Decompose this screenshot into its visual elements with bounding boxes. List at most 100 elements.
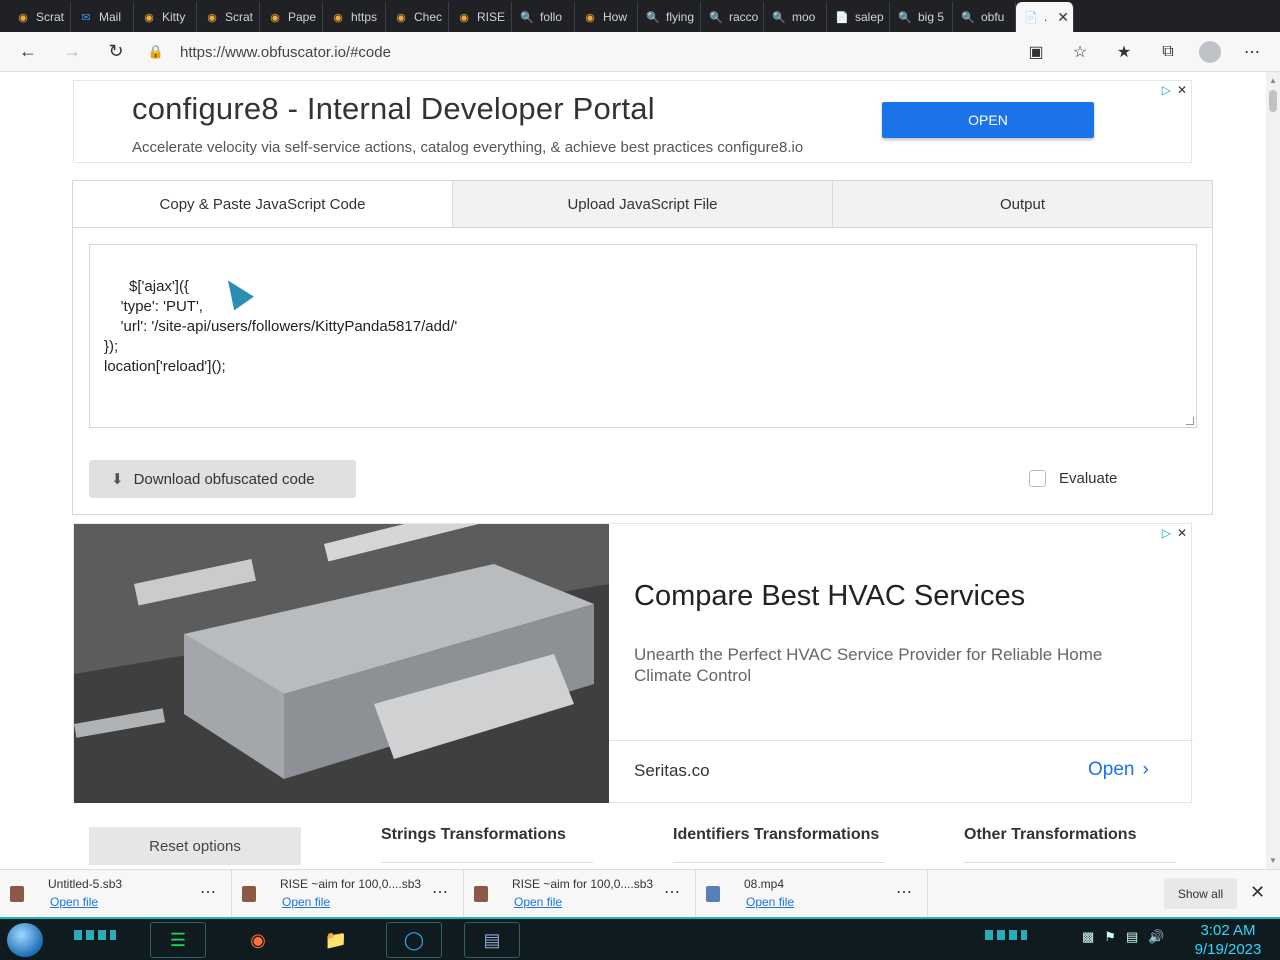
close-ad-icon[interactable]: ✕: [1177, 83, 1187, 97]
evaluate-checkbox[interactable]: [1029, 470, 1046, 487]
collections-icon[interactable]: ⧉: [1150, 36, 1186, 68]
tab-strings-transformations[interactable]: Strings Transformations: [381, 826, 593, 863]
browser-tab[interactable]: 🔍 obfu: [953, 2, 1016, 32]
top-ad-open-button[interactable]: OPEN: [882, 102, 1094, 138]
edge-app-icon[interactable]: ◯: [386, 922, 442, 958]
reset-options-button[interactable]: Reset options: [89, 827, 301, 865]
scroll-down-icon[interactable]: ▼: [1269, 856, 1277, 865]
close-ad-icon[interactable]: ✕: [1177, 526, 1187, 540]
open-file-link[interactable]: Open file: [746, 895, 794, 909]
network-icon[interactable]: ▤: [1126, 929, 1138, 945]
active-tab[interactable]: 📄 . ✕: [1016, 2, 1074, 32]
browser-tab[interactable]: ◉ How: [575, 2, 638, 32]
tab-copy-paste[interactable]: Copy & Paste JavaScript Code: [73, 181, 453, 227]
window-app-icon[interactable]: ▤: [464, 922, 520, 958]
more-options-icon[interactable]: ⋯: [432, 882, 449, 902]
hvac-ad[interactable]: Compare Best HVAC Services Unearth the P…: [73, 523, 1193, 803]
top-ad-subtitle[interactable]: Accelerate velocity via self-service act…: [132, 139, 803, 156]
download-icon: ⬇: [111, 471, 124, 488]
ad-choices-icon[interactable]: ▷: [1162, 83, 1171, 97]
spotify-app-icon[interactable]: ☰: [150, 922, 206, 958]
download-item[interactable]: RISE ~aim for 100,0....sb3 Open file ⋯: [464, 869, 696, 918]
hvac-ad-open-link[interactable]: Open ›: [1088, 759, 1149, 781]
file-explorer-icon[interactable]: 📁: [308, 922, 364, 958]
open-file-link[interactable]: Open file: [282, 895, 330, 909]
browser-tab[interactable]: ◉ Scrat: [197, 2, 260, 32]
hvac-ad-open-label: Open: [1088, 759, 1135, 780]
browser-tab[interactable]: 🔍 follo: [512, 2, 575, 32]
browser-tab[interactable]: 🔍 racco: [701, 2, 764, 32]
resize-handle[interactable]: [1186, 417, 1194, 425]
file-icon: [10, 885, 24, 902]
evaluate-label: Evaluate: [1059, 470, 1118, 487]
browser-tab[interactable]: 🔍 flying: [638, 2, 701, 32]
ad-choices[interactable]: ▷ ✕: [1162, 83, 1187, 97]
options-bar: Reset options Strings Transformations Id…: [0, 824, 1266, 869]
download-filename: 08.mp4: [744, 876, 785, 891]
page-scrollbar[interactable]: ▲ ▼: [1266, 72, 1280, 869]
download-filename: RISE ~aim for 100,0....sb3: [280, 876, 422, 891]
address-bar[interactable]: 🔒 https://www.obfuscator.io/#code: [146, 36, 1004, 68]
top-ad-title[interactable]: configure8 - Internal Developer Portal: [132, 91, 655, 127]
code-textarea[interactable]: $['ajax']({ 'type': 'PUT', 'url': '/site…: [89, 244, 1197, 428]
tab-identifiers-transformations[interactable]: Identifiers Transformations: [673, 826, 885, 863]
menu-icon[interactable]: ⋯: [1234, 36, 1270, 68]
browser-tab[interactable]: 📄 salep: [827, 2, 890, 32]
scroll-thumb[interactable]: [1269, 90, 1277, 112]
forward-button[interactable]: →: [54, 36, 90, 68]
browser-tab[interactable]: ◉ Kitty: [134, 2, 197, 32]
more-options-icon[interactable]: ⋯: [200, 882, 217, 902]
download-item[interactable]: 08.mp4 Open file ⋯: [696, 869, 928, 918]
browser-tab[interactable]: ◉ Scrat: [8, 2, 71, 32]
ad-choices-icon[interactable]: ▷: [1162, 526, 1171, 540]
open-file-link[interactable]: Open file: [50, 895, 98, 909]
firefox-app-icon[interactable]: ◉: [230, 922, 286, 958]
tab-label: Pape: [288, 10, 317, 24]
top-ad[interactable]: configure8 - Internal Developer Portal A…: [73, 80, 1192, 163]
profile-avatar[interactable]: [1199, 41, 1221, 63]
browser-tab[interactable]: 🔍 moo: [764, 2, 827, 32]
hvac-ad-title[interactable]: Compare Best HVAC Services: [634, 580, 1025, 613]
refresh-button[interactable]: ↻: [98, 36, 134, 68]
tab-upload-file[interactable]: Upload JavaScript File: [453, 181, 833, 227]
download-item[interactable]: Untitled-5.sb3 Open file ⋯: [0, 869, 232, 918]
browser-tab[interactable]: ◉ Chec: [386, 2, 449, 32]
search-icon: 🔍: [646, 11, 660, 24]
more-options-icon[interactable]: ⋯: [664, 882, 681, 902]
system-tray: ▩ ⚑ ▤ 🔊: [1082, 929, 1164, 945]
tab-other-transformations[interactable]: Other Transformations: [964, 826, 1176, 863]
browser-tab[interactable]: ◉ Pape: [260, 2, 323, 32]
scratch-icon: ◉: [270, 11, 280, 24]
tray-app-icon[interactable]: ▩: [1082, 929, 1094, 945]
download-item[interactable]: RISE ~aim for 100,0....sb3 Open file ⋯: [232, 869, 464, 918]
search-icon: 🔍: [898, 11, 912, 24]
evaluate-option[interactable]: Evaluate: [1029, 470, 1117, 487]
browser-tab[interactable]: ◉ RISE: [449, 2, 512, 32]
add-favorite-icon[interactable]: ☆: [1062, 36, 1098, 68]
show-all-button[interactable]: Show all: [1164, 878, 1237, 909]
more-options-icon[interactable]: ⋯: [896, 882, 913, 902]
browser-tab[interactable]: ◉ https: [323, 2, 386, 32]
hvac-ad-image[interactable]: [74, 524, 609, 803]
tab-output[interactable]: Output: [833, 181, 1212, 227]
open-file-link[interactable]: Open file: [514, 895, 562, 909]
favorites-icon[interactable]: ★: [1106, 36, 1142, 68]
start-button[interactable]: [7, 923, 43, 957]
reader-view-icon[interactable]: ▣: [1018, 36, 1054, 68]
browser-tab[interactable]: 🔍 big 5: [890, 2, 953, 32]
ad-choices-bottom[interactable]: ▷ ✕: [1162, 526, 1187, 540]
close-tab-icon[interactable]: ✕: [1057, 9, 1069, 26]
browser-tab[interactable]: ✉ Mail: [71, 2, 134, 32]
flag-icon[interactable]: ⚑: [1104, 929, 1116, 945]
scroll-up-icon[interactable]: ▲: [1269, 76, 1277, 85]
close-downloads-icon[interactable]: ✕: [1250, 882, 1265, 903]
tab-label: Kitty: [162, 10, 186, 24]
back-button[interactable]: ←: [10, 36, 46, 68]
download-obfuscated-button[interactable]: ⬇ Download obfuscated code: [89, 460, 356, 498]
hvac-ad-site[interactable]: Seritas.co: [634, 761, 710, 781]
taskbar-clock[interactable]: 3:02 AM 9/19/2023: [1190, 921, 1266, 959]
volume-icon[interactable]: 🔊: [1148, 929, 1164, 945]
lock-icon[interactable]: 🔒: [146, 44, 166, 60]
scratch-icon: ◉: [207, 11, 217, 24]
hvac-ad-description[interactable]: Unearth the Perfect HVAC Service Provide…: [634, 644, 1154, 686]
